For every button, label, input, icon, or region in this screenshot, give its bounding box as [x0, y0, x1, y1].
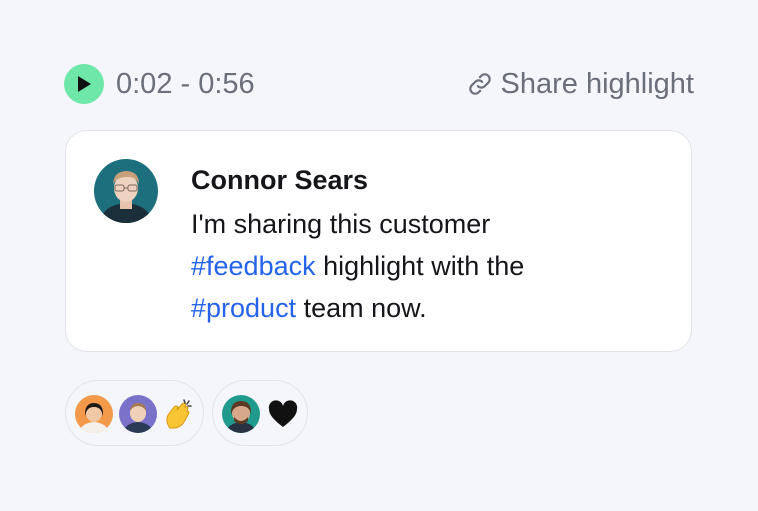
share-highlight-link[interactable]: Share highlight [467, 68, 694, 100]
play-icon [78, 76, 91, 92]
comment-line-text: team now. [296, 293, 427, 323]
reactor-avatar [75, 395, 113, 433]
link-icon [468, 73, 491, 95]
author-name: Connor Sears [191, 165, 369, 195]
comment-line-text: highlight with the [315, 251, 525, 281]
comment-text: I'm sharing this customer #feedback high… [191, 203, 631, 329]
reaction-heart[interactable] [212, 380, 308, 446]
reactor-avatar [222, 395, 260, 433]
hashtag-product[interactable]: #product [191, 293, 296, 323]
share-highlight-label: Share highlight [500, 68, 694, 100]
highlight-header: 0:02 - 0:56 Share highlight [64, 64, 694, 104]
hashtag-feedback[interactable]: #feedback [191, 251, 316, 281]
comment-line: #feedback highlight with the [191, 245, 631, 287]
clapping-hands-icon [161, 395, 195, 433]
comment-line: I'm sharing this customer [191, 209, 491, 239]
comment-card: Connor Sears I'm sharing this customer #… [65, 130, 692, 352]
comment-line: #product team now. [191, 287, 631, 329]
reaction-clap[interactable] [65, 380, 204, 446]
avatar[interactable] [94, 159, 158, 223]
heart-icon [266, 395, 300, 433]
time-range: 0:02 - 0:56 [116, 68, 255, 100]
play-button[interactable] [64, 64, 104, 104]
reactor-avatar [119, 395, 157, 433]
